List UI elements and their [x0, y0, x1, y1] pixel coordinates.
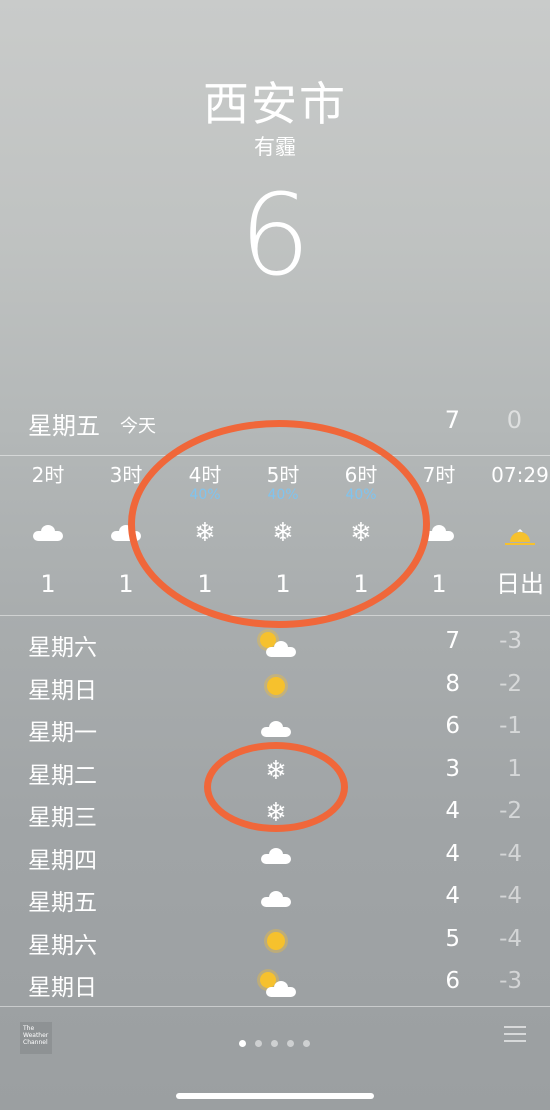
hour-temp: 1	[40, 570, 56, 598]
day-name: 星期一	[28, 720, 97, 746]
day-high: 3	[445, 755, 460, 782]
day-low: 1	[507, 755, 522, 782]
divider-bottom	[0, 1006, 550, 1007]
daily-row: 星期日 8 -2	[0, 665, 550, 708]
day-low: -4	[499, 925, 522, 952]
partly-sunny-icon	[258, 630, 296, 658]
daily-row: 星期日 6 -3	[0, 962, 550, 1005]
today-day: 星期五	[28, 412, 100, 440]
day-name: 星期六	[28, 635, 97, 661]
hour-label: 07:29	[491, 463, 549, 487]
page-dot[interactable]	[239, 1040, 246, 1047]
cloud-icon	[261, 720, 291, 737]
hourly-item: 2时 1	[8, 462, 88, 600]
today-label: 今天	[120, 416, 156, 437]
hourly-item: 07:29 ↑ 日出	[480, 462, 550, 600]
hour-temp: 日出	[496, 570, 544, 598]
page-dot[interactable]	[287, 1040, 294, 1047]
day-name: 星期三	[28, 805, 97, 831]
day-low: -2	[499, 798, 522, 824]
day-low: -2	[499, 670, 522, 697]
day-high: 4	[445, 798, 460, 824]
cloud-icon	[33, 525, 63, 541]
day-high: 6	[445, 713, 460, 739]
footer-bar: The Weather Channel	[0, 1016, 550, 1066]
precip-chance	[480, 488, 550, 504]
page-dot[interactable]	[255, 1040, 262, 1047]
precip-chance	[8, 488, 88, 504]
daily-row: 星期五 4 -4	[0, 877, 550, 920]
page-dot[interactable]	[303, 1040, 310, 1047]
sun-icon	[267, 677, 285, 695]
city-name: 西安市	[203, 77, 347, 131]
day-high: 7	[445, 628, 460, 654]
daily-row: 星期四 4 -4	[0, 835, 550, 878]
location-header: 西安市 有霾	[0, 76, 550, 160]
day-name: 星期日	[28, 677, 97, 704]
day-low: -4	[499, 840, 522, 867]
partly-sunny-icon	[258, 970, 296, 998]
current-temperature: 6	[239, 171, 311, 301]
cloud-icon	[261, 848, 291, 864]
page-dot[interactable]	[271, 1040, 278, 1047]
day-name: 星期四	[28, 847, 97, 874]
hour-label: 2时	[31, 463, 65, 487]
weather-channel-logo[interactable]: The Weather Channel	[20, 1022, 52, 1054]
day-name: 星期日	[28, 975, 97, 1001]
annotation-circle-hourly	[128, 420, 430, 628]
day-name: 星期二	[28, 762, 97, 789]
day-high: 4	[445, 883, 460, 909]
cloud-icon	[261, 890, 291, 907]
daily-row: 星期六 7 -3	[0, 622, 550, 665]
day-name: 星期六	[28, 932, 97, 959]
sunrise-icon: ↑	[505, 518, 535, 548]
day-low: -3	[499, 968, 522, 994]
day-high: 5	[445, 925, 460, 952]
sun-icon	[267, 932, 285, 950]
home-indicator	[176, 1093, 374, 1099]
day-high: 4	[445, 840, 460, 867]
day-low: -3	[499, 628, 522, 654]
list-icon[interactable]	[504, 1026, 526, 1044]
day-high: 8	[445, 670, 460, 697]
today-low: 0	[506, 406, 522, 434]
page-indicator[interactable]	[239, 1032, 319, 1051]
day-low: -4	[499, 883, 522, 909]
annotation-circle-daily	[204, 742, 348, 832]
day-name: 星期五	[28, 890, 97, 916]
current-condition: 有霾	[254, 135, 296, 159]
day-high: 6	[445, 968, 460, 994]
today-high: 7	[444, 406, 460, 434]
daily-row: 星期六 5 -4	[0, 920, 550, 963]
day-low: -1	[499, 713, 522, 739]
